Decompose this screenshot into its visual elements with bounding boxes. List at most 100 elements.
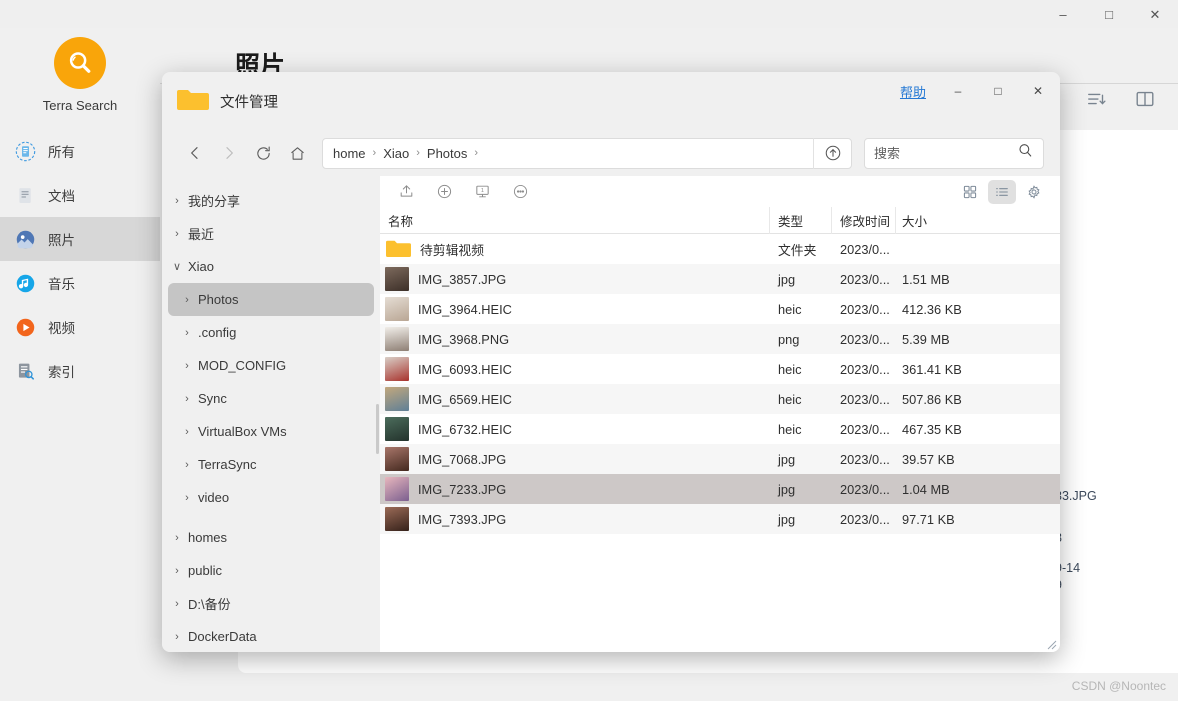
gear-icon[interactable] (1020, 180, 1048, 204)
tree-item-sync[interactable]: › Sync (168, 382, 374, 415)
chevron-right-icon[interactable]: › (178, 492, 196, 504)
tree-scrollbar[interactable] (376, 404, 379, 454)
chevron-down-icon[interactable]: ∨ (168, 260, 186, 273)
file-table-header: 名称 类型 修改时间 大小 (380, 206, 1060, 234)
grid-view-icon[interactable] (956, 180, 984, 204)
table-row[interactable]: IMG_7068.JPG jpg 2023/0... 39.57 KB (380, 444, 1060, 474)
file-manager-window-controls: 帮助 – □ ✕ (900, 72, 1058, 110)
breadcrumb[interactable]: home › Xiao › Photos › (322, 137, 852, 169)
file-type: heic (778, 361, 802, 377)
chevron-right-icon[interactable]: › (178, 426, 196, 438)
sidebar-item-photos[interactable]: 照片 (0, 217, 160, 261)
column-header-modified[interactable]: 修改时间 (832, 206, 896, 234)
remote-screen-icon[interactable]: 1 (468, 180, 496, 204)
sidebar-item-video[interactable]: 视频 (0, 305, 160, 349)
chevron-right-icon[interactable]: › (178, 294, 196, 306)
column-header-type[interactable]: 类型 (770, 206, 832, 234)
file-name-cell: IMG_3968.PNG (380, 327, 770, 351)
tree-item-photos[interactable]: › Photos (168, 283, 374, 316)
tree-item-recent[interactable]: › 最近 (168, 217, 374, 250)
fm-maximize-button[interactable]: □ (978, 76, 1018, 106)
file-modified: 2023/0... (840, 511, 890, 527)
fm-close-button[interactable]: ✕ (1018, 76, 1058, 106)
folder-tree: › 我的分享 › 最近 ∨ Xiao › Photos › .config › … (162, 176, 380, 652)
search-box[interactable] (864, 137, 1044, 169)
file-name: IMG_7393.JPG (418, 511, 507, 527)
video-icon (14, 316, 36, 338)
folder-icon (385, 239, 411, 259)
tree-item-label: public (188, 563, 222, 578)
forward-icon[interactable] (212, 138, 246, 168)
file-name-cell: IMG_3857.JPG (380, 267, 770, 291)
tree-item-label: D:\备份 (188, 597, 231, 612)
chevron-right-icon[interactable]: › (168, 631, 186, 643)
search-input[interactable] (874, 145, 1004, 161)
chevron-right-icon[interactable]: › (168, 532, 186, 544)
chevron-right-icon[interactable]: › (178, 393, 196, 405)
sidebar-item-documents[interactable]: 文档 (0, 173, 160, 217)
file-size: 467.35 KB (902, 421, 962, 437)
app-minimize-button[interactable]: – (1040, 0, 1086, 28)
tree-item-terrasync[interactable]: › TerraSync (168, 448, 374, 481)
file-modified: 2023/0... (840, 361, 890, 377)
file-size: 39.57 KB (902, 451, 955, 467)
search-icon[interactable] (1017, 142, 1034, 164)
file-name-cell: IMG_6732.HEIC (380, 417, 770, 441)
sidebar-item-music[interactable]: 音乐 (0, 261, 160, 305)
file-manager-body: › 我的分享 › 最近 ∨ Xiao › Photos › .config › … (162, 176, 1060, 652)
table-row[interactable]: IMG_6569.HEIC heic 2023/0... 507.86 KB (380, 384, 1060, 414)
table-row[interactable]: IMG_3964.HEIC heic 2023/0... 412.36 KB (380, 294, 1060, 324)
more-options-icon[interactable] (506, 180, 534, 204)
tree-item-mod-config[interactable]: › MOD_CONFIG (168, 349, 374, 382)
table-row[interactable]: IMG_7233.JPG jpg 2023/0... 1.04 MB (380, 474, 1060, 504)
chevron-right-icon[interactable]: › (178, 327, 196, 339)
table-row[interactable]: IMG_6093.HEIC heic 2023/0... 361.41 KB (380, 354, 1060, 384)
tree-item-public[interactable]: › public (168, 554, 374, 587)
table-row[interactable]: 待剪辑视频 文件夹 2023/0... (380, 234, 1060, 264)
column-header-name[interactable]: 名称 (380, 206, 770, 234)
app-maximize-button[interactable]: □ (1086, 0, 1132, 28)
column-header-size[interactable]: 大小 (896, 207, 996, 234)
split-view-icon[interactable] (1134, 88, 1156, 110)
table-row[interactable]: IMG_7393.JPG jpg 2023/0... 97.71 KB (380, 504, 1060, 534)
tree-item-config[interactable]: › .config (168, 316, 374, 349)
help-link[interactable]: 帮助 (900, 82, 926, 101)
breadcrumb-item-xiao[interactable]: Xiao (383, 146, 409, 161)
sidebar-item-all[interactable]: 所有 (0, 129, 160, 173)
back-icon[interactable] (178, 138, 212, 168)
sidebar-item-index[interactable]: 索引 (0, 349, 160, 393)
tree-item-xiao[interactable]: ∨ Xiao (168, 250, 374, 283)
list-view-icon[interactable] (988, 179, 1016, 204)
fm-minimize-button[interactable]: – (938, 76, 978, 106)
chevron-right-icon[interactable]: › (168, 565, 186, 577)
sidebar-item-label: 照片 (48, 233, 75, 248)
tree-item-video[interactable]: › video (168, 481, 374, 514)
add-circle-icon[interactable] (430, 180, 458, 204)
tree-item-dockerdata[interactable]: › DockerData (168, 620, 374, 652)
chevron-right-icon[interactable]: › (178, 459, 196, 471)
up-arrow-circle-icon[interactable] (813, 137, 851, 169)
chevron-right-icon[interactable]: › (178, 360, 196, 372)
home-icon[interactable] (280, 138, 314, 168)
file-type: jpg (778, 451, 796, 467)
tree-item-my-shares[interactable]: › 我的分享 (168, 184, 374, 217)
tree-item-homes[interactable]: › homes (168, 521, 374, 554)
file-name-cell: IMG_3964.HEIC (380, 297, 770, 321)
table-row[interactable]: IMG_3857.JPG jpg 2023/0... 1.51 MB (380, 264, 1060, 294)
chevron-right-icon[interactable]: › (168, 228, 186, 240)
resize-handle[interactable] (1045, 637, 1057, 650)
app-close-button[interactable]: ✕ (1132, 0, 1178, 28)
sort-descending-icon[interactable] (1086, 88, 1108, 110)
tree-item-virtualbox-vms[interactable]: › VirtualBox VMs (168, 415, 374, 448)
upload-icon[interactable] (392, 180, 420, 204)
table-row[interactable]: IMG_3968.PNG png 2023/0... 5.39 MB (380, 324, 1060, 354)
tree-item-d-backup[interactable]: › D:\备份 (168, 587, 374, 620)
table-row[interactable]: IMG_6732.HEIC heic 2023/0... 467.35 KB (380, 414, 1060, 444)
chevron-right-icon[interactable]: › (168, 195, 186, 207)
breadcrumb-item-photos[interactable]: Photos (427, 146, 467, 161)
refresh-icon[interactable] (246, 138, 280, 168)
file-manager-window: 文件管理 帮助 – □ ✕ home › Xiao › Photos › 搜索 … (162, 72, 1060, 652)
chevron-right-icon[interactable]: › (168, 598, 186, 610)
breadcrumb-item-home[interactable]: home (333, 146, 366, 161)
file-thumbnail (385, 267, 409, 291)
